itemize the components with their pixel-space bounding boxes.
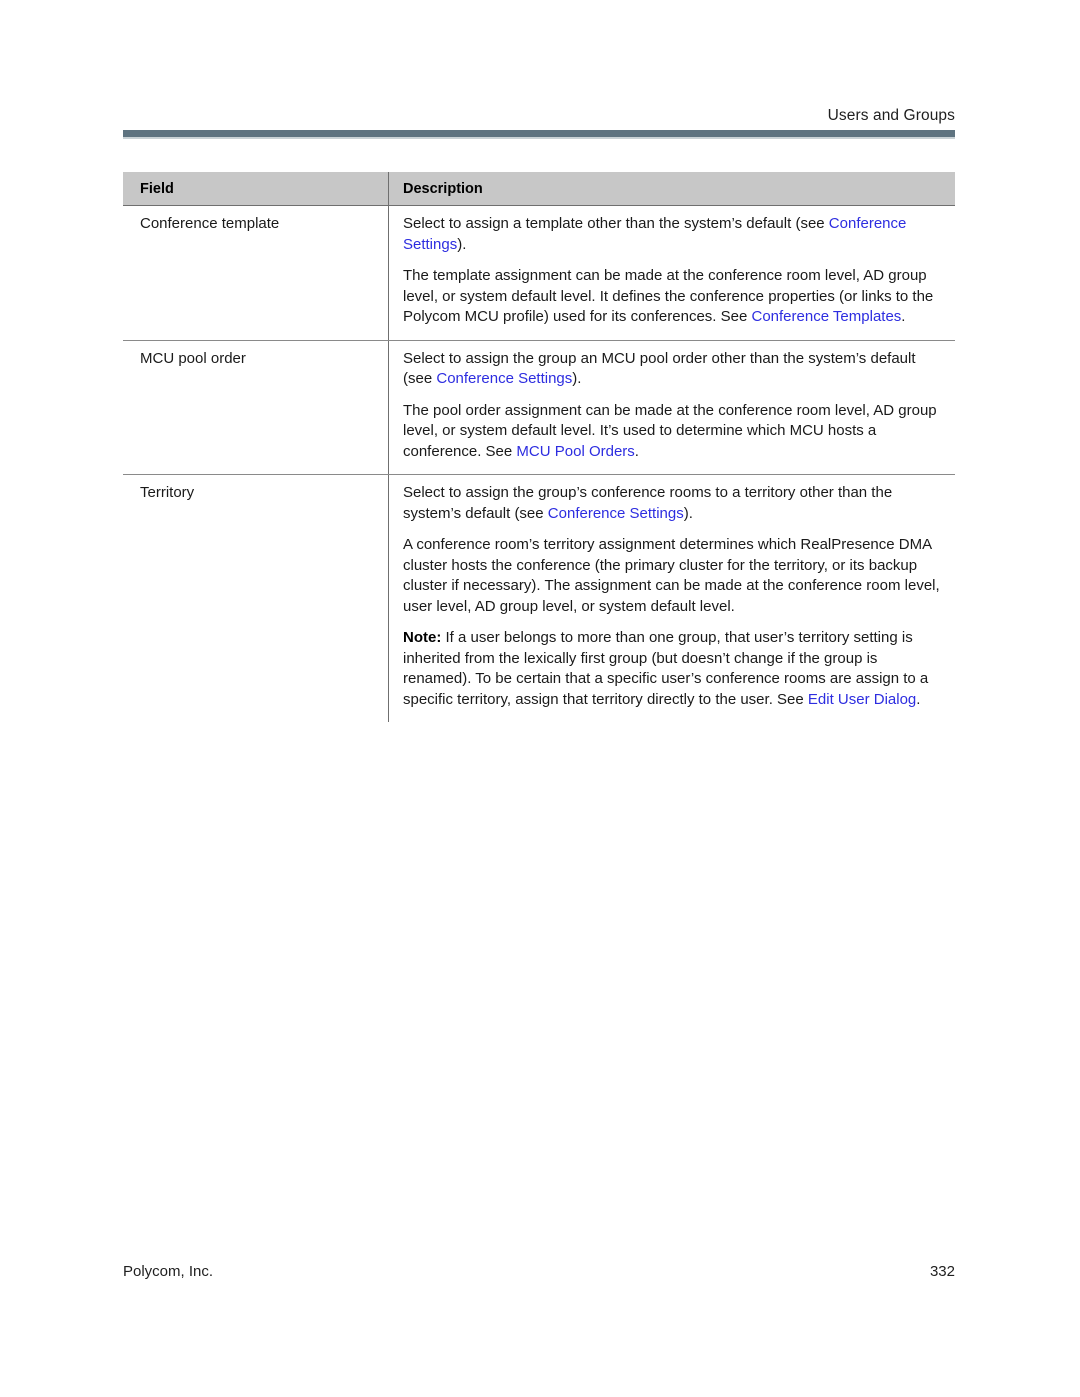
description-text: ). [683, 504, 693, 522]
description-text: . [901, 308, 906, 325]
description-text: . [916, 690, 921, 708]
column-header-description: Description [388, 172, 955, 205]
row-field-name: MCU pool order [123, 341, 388, 475]
row-description: Select to assign the group’s conference … [388, 475, 955, 722]
description-text: ). [572, 370, 582, 387]
cross-reference-link[interactable]: Edit User Dialog [808, 691, 916, 708]
running-header-title: Users and Groups [827, 107, 955, 124]
table-header-row: Field Description [123, 172, 955, 206]
field-label: Territory [140, 484, 195, 501]
table-column-divider-tail [388, 285, 389, 299]
table-row: Conference template Select to assign a te… [123, 206, 955, 341]
description-text: Select to assign a template other than t… [403, 215, 829, 232]
table-row: MCU pool order Select to assign the group… [123, 340, 955, 475]
description-paragraph: A conference room’s territory assignment… [403, 535, 943, 617]
cross-reference-link[interactable]: MCU Pool Orders [516, 443, 634, 460]
column-header-field: Field [140, 181, 174, 197]
field-label: Conference template [140, 215, 280, 232]
description-paragraph: Note: If a user belongs to more than one… [403, 628, 943, 710]
footer-page-number: 332 [929, 1263, 955, 1280]
description-text: ). [457, 235, 467, 253]
description-paragraph: Select to assign the group’s conference … [403, 483, 943, 524]
table-row: Territory Select to assign the group’s co… [123, 475, 955, 722]
description-paragraph: Select to assign the group an MCU pool o… [403, 349, 943, 390]
description-paragraph: The template assignment can be made at t… [403, 266, 943, 328]
table-body: Field Description Conference template Selec… [123, 172, 955, 722]
footer-company: Polycom, Inc. [123, 1263, 214, 1280]
row-description: Select to assign the group an MCU pool o… [388, 340, 955, 474]
description-paragraph: The pool order assignment can be made at… [403, 401, 943, 463]
row-description: Select to assign a template other than t… [388, 206, 955, 340]
description-text: A conference room’s territory assignment… [403, 536, 940, 615]
note-label: Note: [403, 629, 442, 646]
cross-reference-link[interactable]: Conference Settings [548, 505, 684, 522]
document-page: Users and Groups Field Description Confere… [0, 0, 1080, 1397]
description-text: . [634, 442, 639, 460]
row-field-name: Territory [123, 475, 388, 722]
description-paragraph: Select to assign a template other than t… [403, 214, 943, 255]
cross-reference-link[interactable]: Conference Templates [751, 308, 901, 325]
field-label: MCU pool order [140, 349, 246, 367]
description-text: The pool order assignment can be made at… [403, 401, 937, 460]
field-description-table: Field Description Conference template Selec… [123, 172, 955, 722]
page-footer: Polycom, Inc. 332 [123, 1262, 955, 1282]
cross-reference-link[interactable]: Conference Settings [436, 370, 572, 387]
row-field-name: Conference template [123, 206, 388, 340]
header-rule [123, 130, 955, 139]
